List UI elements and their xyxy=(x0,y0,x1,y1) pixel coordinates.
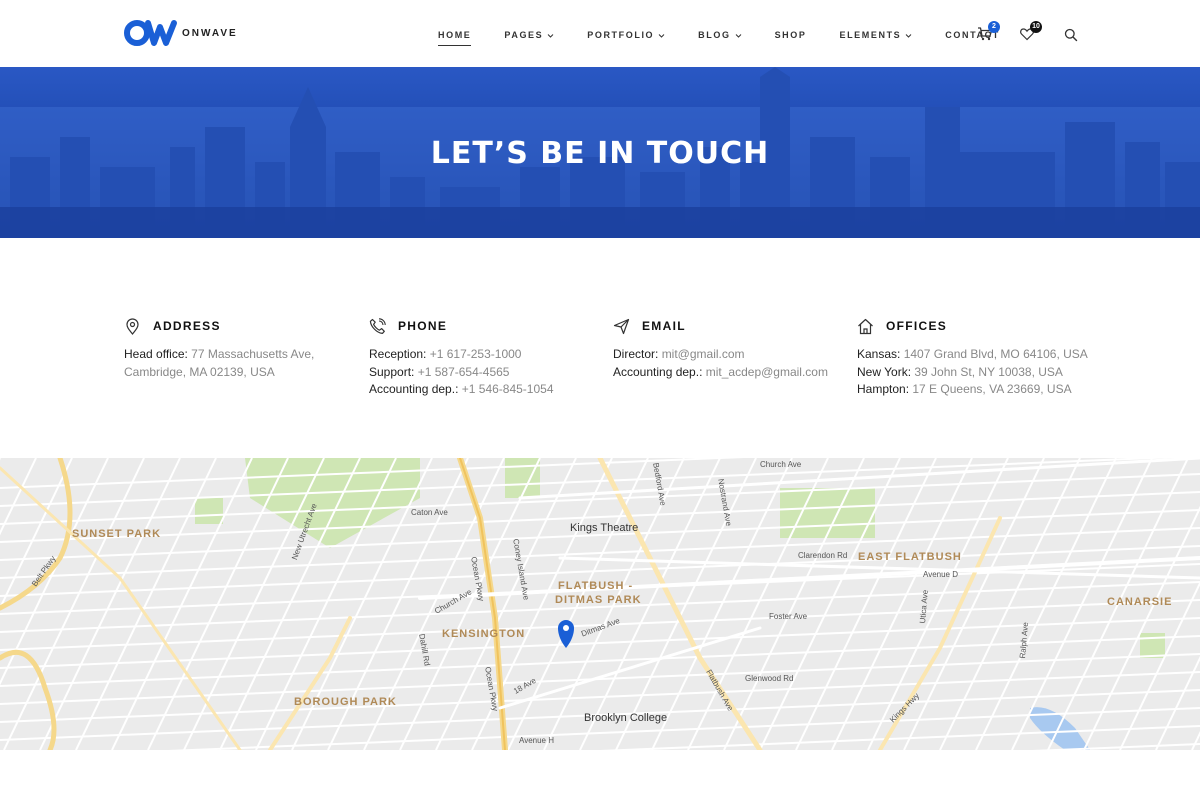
search-button[interactable] xyxy=(1064,28,1080,44)
contact-line-label: Support: xyxy=(369,364,415,379)
home-icon xyxy=(858,318,873,334)
contact-title: OFFICES xyxy=(886,319,948,333)
chevron-down-icon xyxy=(547,33,554,38)
map-neighborhood-label: DITMAS PARK xyxy=(555,594,642,606)
nav-item-label: BLOG xyxy=(698,30,731,40)
contact-title: PHONE xyxy=(398,319,448,333)
contact-line-label: Director: xyxy=(613,347,659,361)
chevron-down-icon xyxy=(905,33,912,38)
contact-line-value: 1407 Grand Blvd, MO 64106, USA xyxy=(903,347,1088,361)
contact-line-label: Kansas: xyxy=(857,347,901,361)
phone-link[interactable]: +1 587-654-4565 xyxy=(418,365,510,379)
contact-line: Kansas: 1407 Grand Blvd, MO 64106, USA xyxy=(857,346,1088,364)
contact-line-label: Hampton: xyxy=(857,382,910,396)
wishlist-count-badge: 10 xyxy=(1030,21,1042,33)
phone-icon xyxy=(369,317,386,334)
map-street-label: Foster Ave xyxy=(769,612,808,621)
location-map[interactable]: SUNSET PARK KENSINGTON BOROUGH PARK FLAT… xyxy=(0,458,1200,750)
contact-line-label: Reception: xyxy=(369,347,427,361)
logo[interactable]: ONWAVE xyxy=(124,18,238,48)
cart-count-badge: 2 xyxy=(988,21,1000,33)
nav-item-home[interactable]: HOME xyxy=(438,28,472,46)
map-neighborhood-label: KENSINGTON xyxy=(442,628,526,640)
contact-line: Accounting dep.: +1 546-845-1054 xyxy=(369,381,554,399)
contact-offices-block: OFFICES Kansas: 1407 Grand Blvd, MO 6410… xyxy=(857,317,1088,399)
email-link[interactable]: mit@gmail.com xyxy=(662,347,745,361)
phone-link[interactable]: +1 546-845-1054 xyxy=(462,382,554,396)
wishlist-button[interactable]: 10 xyxy=(1019,21,1042,42)
contact-lines: Head office: 77 Massachusetts Ave, Cambr… xyxy=(124,346,314,381)
contact-line-label: New York: xyxy=(857,364,912,379)
email-link[interactable]: mit_acdep@gmail.com xyxy=(706,365,828,379)
nav-item-pages[interactable]: PAGES xyxy=(504,28,554,42)
map-street-label: Glenwood Rd xyxy=(745,674,794,683)
nav-item-portfolio[interactable]: PORTFOLIO xyxy=(587,28,665,42)
contact-address-block: ADDRESS Head office: 77 Massachusetts Av… xyxy=(124,317,314,381)
phone-link[interactable]: +1 617-253-1000 xyxy=(430,347,522,361)
contact-line: New York: 39 John St, NY 10038, USA xyxy=(857,364,1088,382)
nav-item-label: SHOP xyxy=(774,30,807,40)
nav-item-label: PAGES xyxy=(504,30,544,40)
contact-title: ADDRESS xyxy=(153,319,221,333)
map-street-label: Church Ave xyxy=(760,460,802,469)
hero-banner: LET’S BE IN TOUCH xyxy=(0,67,1200,238)
map-neighborhood-label: SUNSET PARK xyxy=(72,528,162,540)
map-neighborhood-label: CANARSIE xyxy=(1107,596,1173,608)
map-street-label: Caton Ave xyxy=(411,508,448,517)
map-neighborhood-label: FLATBUSH - xyxy=(558,580,634,592)
contact-line-value: 39 John St, NY 10038, USA xyxy=(914,364,1063,379)
contact-line: Head office: 77 Massachusetts Ave, xyxy=(124,346,314,364)
chevron-down-icon xyxy=(735,33,741,38)
brand-name: ONWAVE xyxy=(182,27,238,39)
contact-line-value: 17 E Queens, VA 23669, USA xyxy=(912,382,1072,396)
contact-line-value: Cambridge, MA 02139, USA xyxy=(124,364,275,379)
cart-button[interactable]: 2 xyxy=(977,21,1000,42)
page-title: LET’S BE IN TOUCH xyxy=(430,136,770,171)
nav-item-label: HOME xyxy=(438,30,472,40)
map-place-label: Kings Theatre xyxy=(570,522,639,534)
main-nav: HOME PAGES PORTFOLIO BLOG SHOP ELEMENTS CONTAC… xyxy=(438,28,1033,46)
map-place-label: Brooklyn College xyxy=(584,712,668,724)
contact-phone-block: PHONE Reception: +1 617-253-1000 Support… xyxy=(369,317,554,399)
map-neighborhood-label: BOROUGH PARK xyxy=(294,696,397,708)
nav-item-blog[interactable]: BLOG xyxy=(698,28,741,42)
contact-line-label: Head office: xyxy=(124,347,188,361)
contact-line: Cambridge, MA 02139, USA xyxy=(124,364,314,382)
map-neighborhood-label: EAST FLATBUSH xyxy=(858,551,962,563)
nav-item-label: ELEMENTS xyxy=(839,30,902,40)
contact-line: Reception: +1 617-253-1000 xyxy=(369,346,554,364)
chevron-down-icon xyxy=(658,33,665,38)
nav-item-elements[interactable]: ELEMENTS xyxy=(839,28,912,42)
contact-line: Hampton: 17 E Queens, VA 23669, USA xyxy=(857,381,1088,399)
map-street-label: Avenue H xyxy=(519,736,554,745)
logo-mark-icon xyxy=(124,20,177,46)
map-street-label: Avenue D xyxy=(923,570,958,579)
contact-line-label: Accounting dep.: xyxy=(613,364,703,379)
search-icon xyxy=(1064,28,1078,42)
map-street-label: Clarendon Rd xyxy=(798,551,848,560)
contact-lines: Kansas: 1407 Grand Blvd, MO 64106, USA N… xyxy=(857,346,1088,399)
contact-line: Support: +1 587-654-4565 xyxy=(369,364,554,382)
contact-line-value: 77 Massachusetts Ave, xyxy=(191,347,315,361)
contact-line: Accounting dep.: mit_acdep@gmail.com xyxy=(613,364,828,382)
location-pin-icon xyxy=(126,317,139,335)
nav-item-shop[interactable]: SHOP xyxy=(775,28,807,42)
paper-plane-icon xyxy=(613,318,630,334)
nav-item-label: PORTFOLIO xyxy=(587,30,655,40)
contact-title: EMAIL xyxy=(642,319,686,333)
site-header: ONWAVE HOME PAGES PORTFOLIO BLOG SHOP ELEMENT… xyxy=(0,0,1200,67)
contact-line-label: Accounting dep.: xyxy=(369,382,459,396)
contact-line: Director: mit@gmail.com xyxy=(613,346,828,364)
contact-lines: Reception: +1 617-253-1000 Support: +1 5… xyxy=(369,346,554,399)
contact-lines: Director: mit@gmail.com Accounting dep.:… xyxy=(613,346,828,381)
contact-email-block: EMAIL Director: mit@gmail.com Accounting… xyxy=(613,317,828,381)
